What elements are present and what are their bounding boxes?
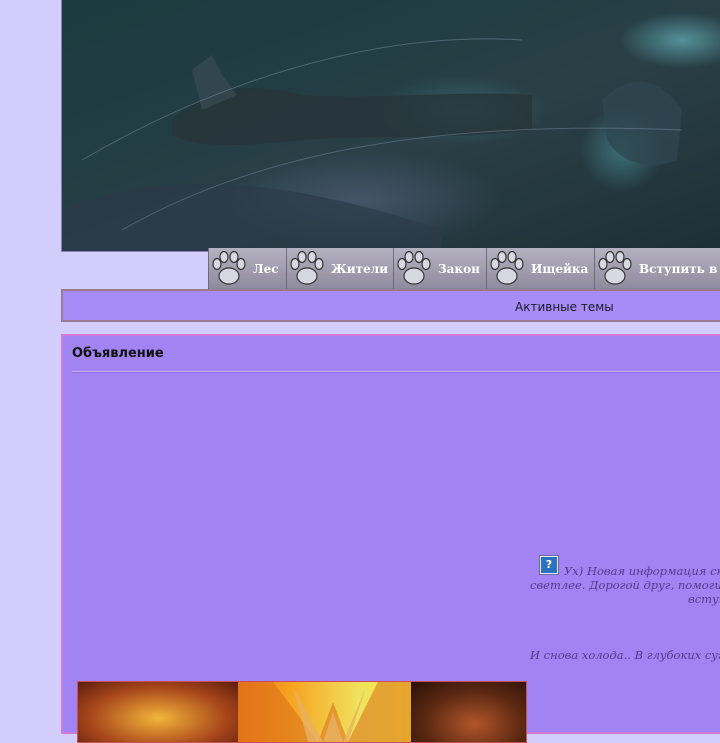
- paw-icon: [598, 250, 632, 285]
- divider: [72, 371, 720, 373]
- announcement-panel: Объявление ? Ух) Новая информация ско св…: [61, 334, 720, 743]
- nav-item-tracker[interactable]: Ищейка: [486, 248, 594, 289]
- nav-item-residents[interactable]: Жители: [286, 248, 393, 289]
- paw-icon: [290, 250, 324, 285]
- nav-item-forest[interactable]: Лес: [208, 248, 286, 289]
- help-icon[interactable]: ?: [539, 555, 559, 575]
- nav-item-label: Вступить в р: [639, 261, 720, 276]
- active-topics-link[interactable]: Активные темы: [515, 300, 614, 314]
- announcement-text-line: светлее. Дорогой друг, помоги н: [530, 578, 720, 592]
- nav-item-law[interactable]: Закон: [393, 248, 486, 289]
- paw-icon: [212, 250, 246, 285]
- nav-item-label: Лес: [253, 261, 279, 276]
- announcement-text-line: вступ: [688, 592, 720, 606]
- announcement-title: Объявление: [72, 346, 164, 361]
- paw-icon: [490, 250, 524, 285]
- announcement-text-line: Ух) Новая информация ско: [564, 564, 720, 578]
- nav-item-label: Ищейка: [531, 261, 589, 276]
- nav-item-label: Закон: [438, 261, 480, 276]
- announcement-images: [77, 681, 527, 743]
- cat-ears-artwork: [238, 682, 411, 742]
- active-topics-bar: Активные темы: [61, 289, 720, 322]
- nav-item-label: Жители: [331, 261, 389, 276]
- cat-artwork-image: [78, 682, 238, 742]
- main-nav: Лес Жители Закон Ищейка Вступить в: [208, 248, 720, 289]
- nav-item-join[interactable]: Вступить в р: [594, 248, 720, 289]
- header-banner-image: [61, 0, 720, 252]
- announcement-text-line: И снова холода.. В глубоких суг: [530, 648, 720, 662]
- paw-icon: [397, 250, 431, 285]
- cat-ears-image: [238, 682, 411, 742]
- banner-artwork: [62, 38, 683, 251]
- cat-face-image: [411, 682, 526, 742]
